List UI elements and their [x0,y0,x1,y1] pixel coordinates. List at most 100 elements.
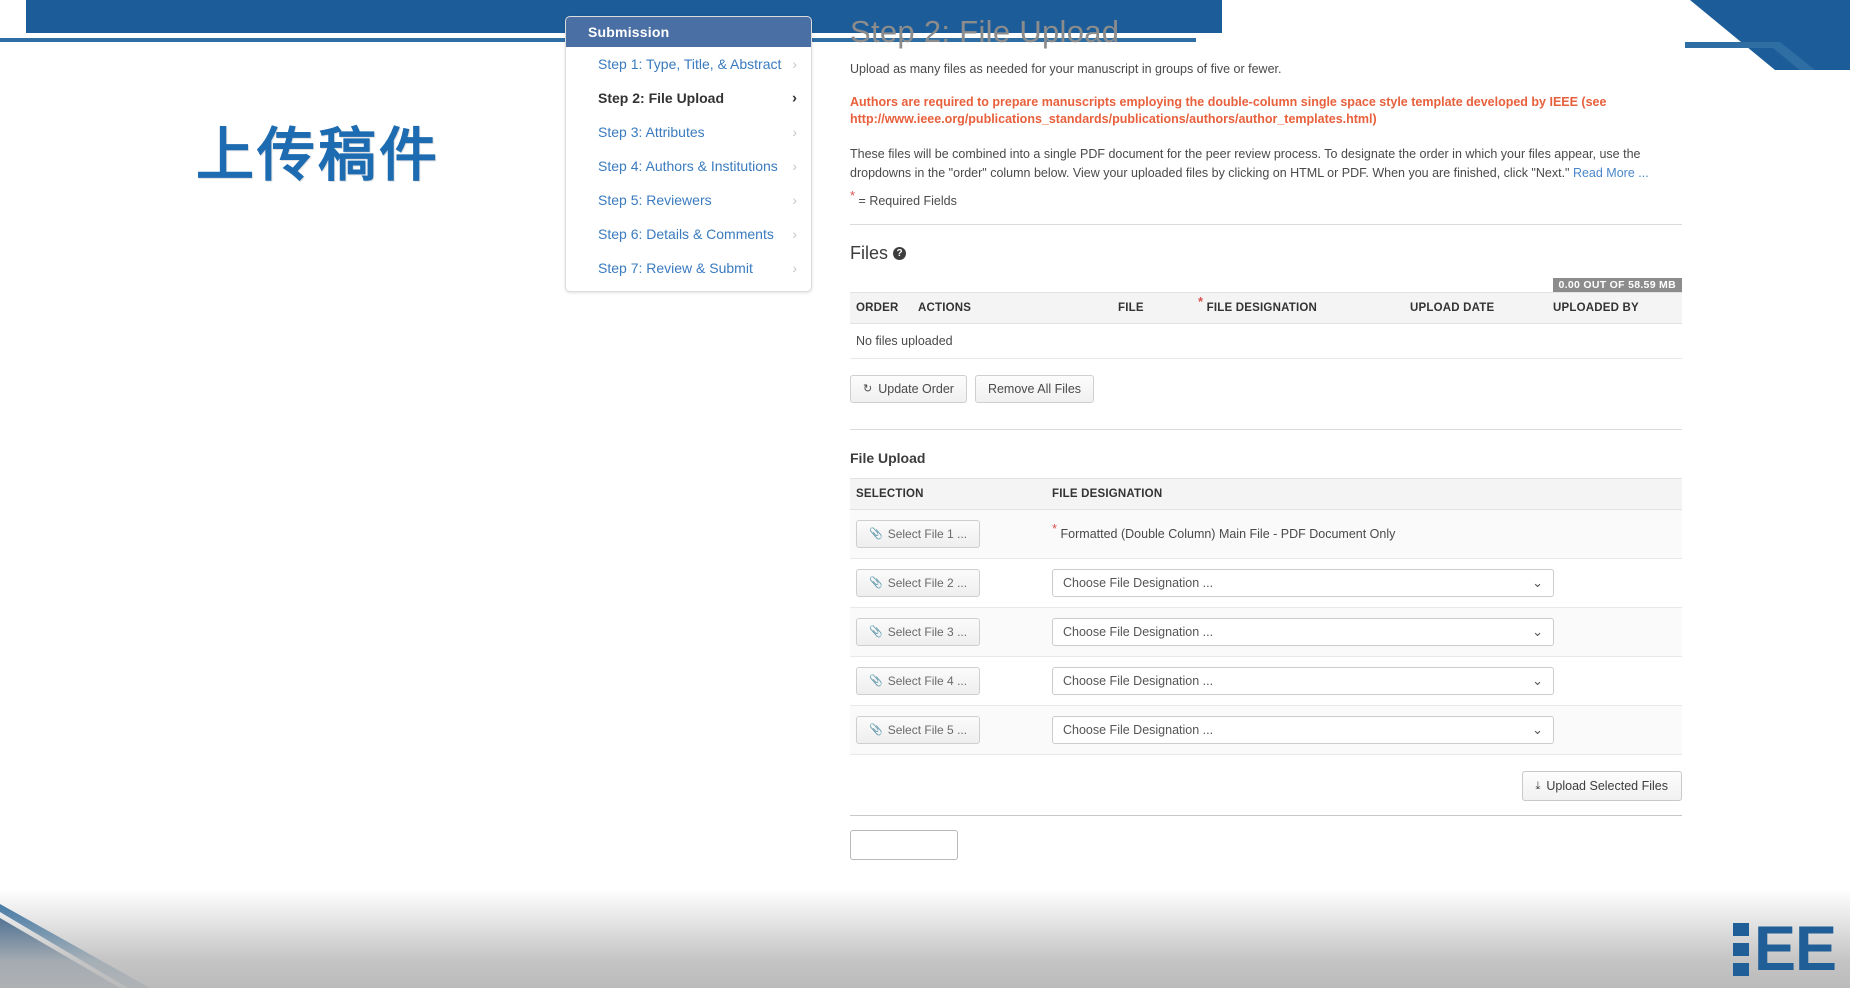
bottom-cutoff-button[interactable] [850,830,958,860]
file-designation-3-dropdown[interactable]: Choose File Designation ... ⌄ [1052,618,1554,646]
selection-cell: 📎 Select File 1 ... [850,509,1046,559]
files-table-empty-row: No files uploaded [850,323,1682,359]
submission-sidebar: Submission Step 1: Type, Title, & Abstra… [565,16,812,292]
ieee-logo: EE [1732,914,1837,985]
file-upload-row-5: 📎 Select File 5 ... Choose File Designat… [850,705,1682,755]
sidebar-item-label: Step 6: Details & Comments [598,226,774,242]
column-header-file-designation-label: FILE DESIGNATION [1206,302,1317,314]
select-file-1-button[interactable]: 📎 Select File 1 ... [856,520,981,548]
column-header-uploaded-by: UPLOADED BY [1547,292,1682,324]
file-designation-5-value: Choose File Designation ... [1063,723,1214,737]
files-heading-label: Files [850,243,889,263]
quota-row: 0.00 OUT OF 58.59 MB [850,278,1682,292]
chevron-right-icon: › [792,226,797,242]
select-file-5-button[interactable]: 📎 Select File 5 ... [856,716,981,744]
remove-all-files-button[interactable]: Remove All Files [974,375,1095,403]
page-title: Step 2: File Upload [850,14,1120,49]
file-designation-1-text: Formatted (Double Column) Main File - PD… [1060,527,1396,541]
column-header-upload-date: UPLOAD DATE [1404,292,1547,324]
designation-cell: * Formatted (Double Column) Main File - … [1046,509,1682,559]
paperclip-icon: 📎 [869,527,883,540]
sidebar-item-label: Step 3: Attributes [598,124,705,140]
sidebar-item-step-1[interactable]: Step 1: Type, Title, & Abstract › [566,47,811,81]
ieee-logo-letters: EE [1753,914,1837,985]
file-upload-table: SELECTION FILE DESIGNATION 📎 Select File… [850,478,1682,755]
file-designation-4-value: Choose File Designation ... [1063,674,1214,688]
required-asterisk: * [1198,294,1204,310]
file-upload-row-2: 📎 Select File 2 ... Choose File Designat… [850,558,1682,608]
select-file-4-label: Select File 4 ... [887,674,968,688]
select-file-3-button[interactable]: 📎 Select File 3 ... [856,618,981,646]
paperclip-icon: 📎 [869,674,883,687]
selection-cell: 📎 Select File 2 ... [850,558,1046,608]
sidebar-item-step-2[interactable]: Step 2: File Upload › [566,81,811,115]
chevron-right-icon: › [792,158,797,174]
sidebar-item-step-6[interactable]: Step 6: Details & Comments › [566,217,811,251]
update-order-label: Update Order [878,382,954,396]
upload-selected-files-button[interactable]: ⤓ Upload Selected Files [1521,771,1682,801]
help-icon[interactable]: ? [893,247,907,260]
file-designation-2-dropdown[interactable]: Choose File Designation ... ⌄ [1052,569,1554,597]
column-header-actions: ACTIONS [912,292,1112,324]
file-upload-section-heading: File Upload [850,450,926,466]
column-header-file: FILE [1112,292,1192,324]
divider [850,429,1682,430]
chevron-down-icon: ⌄ [1532,673,1543,688]
designation-cell: Choose File Designation ... ⌄ [1046,656,1682,706]
file-designation-4-dropdown[interactable]: Choose File Designation ... ⌄ [1052,667,1554,695]
chevron-right-icon: › [792,124,797,140]
sidebar-item-step-4[interactable]: Step 4: Authors & Institutions › [566,149,811,183]
selection-cell: 📎 Select File 4 ... [850,656,1046,706]
sidebar-header: Submission [566,17,811,47]
designation-cell: Choose File Designation ... ⌄ [1046,558,1682,608]
chevron-down-icon: ⌄ [1532,575,1543,590]
sidebar-item-step-7[interactable]: Step 7: Review & Submit › [566,251,811,285]
select-file-5-label: Select File 5 ... [887,723,968,737]
files-section-heading: Files ? [850,243,1682,264]
file-designation-5-dropdown[interactable]: Choose File Designation ... ⌄ [1052,716,1554,744]
instructions-text: These files will be combined into a sing… [850,147,1641,180]
paperclip-icon: 📎 [869,576,883,589]
chevron-down-icon: ⌄ [1532,624,1543,639]
selection-cell: 📎 Select File 3 ... [850,607,1046,657]
chevron-right-icon: › [792,192,797,208]
select-file-3-label: Select File 3 ... [887,625,968,639]
select-file-2-button[interactable]: 📎 Select File 2 ... [856,569,981,597]
files-table: ORDER ACTIONS FILE * FILE DESIGNATION UP… [850,292,1682,359]
template-requirement-warning: Authors are required to prepare manuscri… [850,95,1607,126]
remove-all-files-label: Remove All Files [987,382,1082,396]
file-upload-row-3: 📎 Select File 3 ... Choose File Designat… [850,607,1682,657]
divider [850,224,1682,225]
file-upload-row-4: 📎 Select File 4 ... Choose File Designat… [850,656,1682,706]
select-file-1-label: Select File 1 ... [887,527,968,541]
file-designation-2-value: Choose File Designation ... [1063,576,1214,590]
refresh-icon: ↻ [863,382,873,395]
column-header-file-designation: * FILE DESIGNATION [1192,292,1404,324]
ieee-bars-icon [1732,923,1749,976]
file-upload-row-1: 📎 Select File 1 ... * Formatted (Double … [850,509,1682,559]
required-asterisk: * [850,187,856,203]
column-header-order: ORDER [850,292,912,324]
no-files-message: No files uploaded [850,323,1682,359]
select-file-4-button[interactable]: 📎 Select File 4 ... [856,667,981,695]
upload-selected-files-label: Upload Selected Files [1546,779,1668,793]
read-more-link[interactable]: Read More ... [1573,166,1649,180]
sidebar-item-step-3[interactable]: Step 3: Attributes › [566,115,811,149]
page-subtitle: Upload as many files as needed for your … [850,62,1282,76]
selection-cell: 📎 Select File 5 ... [850,705,1046,755]
app-screenshot-region: Submission Step 1: Type, Title, & Abstra… [0,0,1850,988]
upload-icon: ⤓ [1535,779,1541,792]
designation-cell: Choose File Designation ... ⌄ [1046,705,1682,755]
required-legend-label: = Required Fields [858,194,957,208]
sidebar-item-step-5[interactable]: Step 5: Reviewers › [566,183,811,217]
sidebar-item-label: Step 7: Review & Submit [598,260,753,276]
files-table-header-row: ORDER ACTIONS FILE * FILE DESIGNATION UP… [850,292,1682,324]
file-designation-3-value: Choose File Designation ... [1063,625,1214,639]
slide-canvas: 上传稿件 Submission Step 1: Type, Title, & A… [0,0,1850,988]
column-header-selection: SELECTION [850,478,1046,510]
sidebar-item-label: Step 1: Type, Title, & Abstract [598,56,782,72]
update-order-button[interactable]: ↻ Update Order [850,375,967,403]
chevron-right-icon: › [792,89,797,107]
file-upload-header-row: SELECTION FILE DESIGNATION [850,478,1682,510]
storage-quota-badge: 0.00 OUT OF 58.59 MB [1552,278,1682,292]
